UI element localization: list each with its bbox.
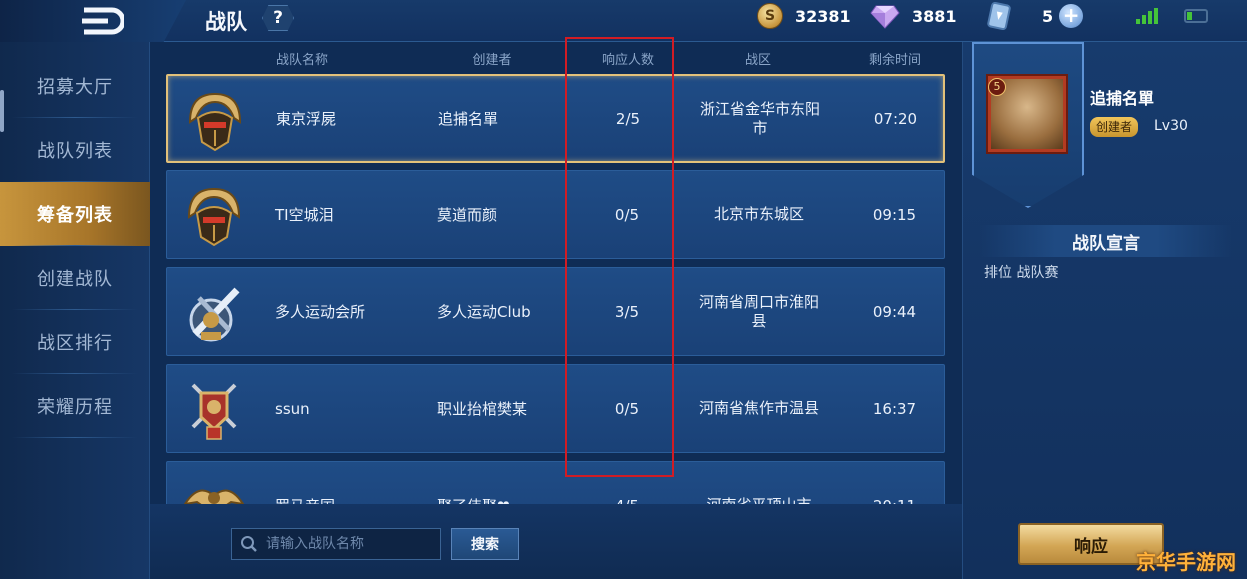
signal-icon [1136,8,1158,24]
silver-sword-emblem-icon [189,287,240,342]
team-name: TI空城泪 [275,206,334,224]
time-left: 16:37 [872,399,917,418]
table-row[interactable]: ssun 职业抬棺樊某 0/5 河南省焦作市温县 16:37 [166,364,945,453]
team-zone: 河南省焦作市温县 [698,399,819,417]
gem-balance[interactable]: 3881 [870,0,957,32]
left-nav: 招募大厅 战队列表 筹备列表 创建战队 战区排行 荣耀历程 [0,42,150,579]
creator-role-badge: 创建者 [1090,117,1139,137]
time-left: 07:20 [873,109,918,128]
avatar-level-badge: 5 [988,78,1006,96]
team-zone: 北京市东城区 [713,205,804,223]
golden-helmet-emblem-icon [188,92,242,152]
search-button[interactable]: 搜索 [451,528,519,560]
nav-item-team-list[interactable]: 战队列表 [0,118,150,182]
diamond-icon [870,3,900,29]
column-header-team-name: 战队名称 [275,53,328,68]
time-left: 09:15 [872,205,917,224]
response-count: 2/5 [615,109,641,128]
search-input[interactable] [266,530,440,558]
nav-item-zone-ranking[interactable]: 战区排行 [0,310,150,374]
battery-icon [1184,9,1208,23]
coin-value: 32381 [795,6,851,26]
search-icon [241,536,257,552]
watermark: 京华手游网 [1136,550,1236,574]
gem-value: 3881 [912,6,957,26]
manifesto-title: 战队宣言 [980,225,1232,257]
table-row[interactable]: TI空城泪 莫道而颜 0/5 北京市东城区 09:15 [166,170,945,259]
crossed-swords-shield-emblem-icon [191,383,237,440]
golden-helmet-emblem-icon [187,187,241,247]
team-zone: 河南省周口市淮阳县 [698,292,819,330]
team-zone: 浙江省金华市东阳市 [699,99,820,137]
nav-item-glory-history[interactable]: 荣耀历程 [0,374,150,438]
team-name: 多人运动会所 [275,303,366,321]
team-name: 東京浮屍 [276,110,337,128]
page-title: 战队 [205,10,247,34]
nav-item-create-team[interactable]: 创建战队 [0,246,150,310]
manifesto-text: 排位 战队赛 [984,265,1059,281]
column-header-response-count: 响应人数 [601,53,654,68]
leader-level: Lv30 [1154,118,1188,134]
leader-name: 追捕名單 [1090,89,1155,108]
add-card-plus-icon[interactable]: + [1059,4,1084,28]
response-count: 0/5 [614,205,640,224]
table-row[interactable]: 多人运动会所 多人运动Club 3/5 河南省周口市淮阳县 09:44 [166,267,945,356]
card-value: 5 [1042,6,1054,26]
column-header-time-left: 剩余时间 [868,53,921,68]
response-count: 3/5 [614,302,640,321]
help-icon[interactable]: ? [262,5,294,31]
column-header-creator: 创建者 [472,53,512,68]
coin-balance[interactable]: S 32381 [757,0,851,32]
nav-item-preparation-list[interactable]: 筹备列表 [0,182,150,246]
back-button[interactable] [0,0,186,42]
top-bar: 战队 ? S 32381 3881 5 + [0,0,1247,42]
time-left: 09:44 [872,302,917,321]
table-row[interactable]: 東京浮屍 追捕名單 2/5 浙江省金华市东阳市 07:20 [166,74,945,163]
team-name: ssun [275,399,310,418]
response-count: 0/5 [614,399,640,418]
nav-item-recruit-hall[interactable]: 招募大厅 [0,54,150,118]
column-header-zone: 战区 [744,53,771,68]
back-arrow-icon [82,7,124,35]
coin-icon: S [757,3,783,29]
card-balance[interactable]: 5 + [986,0,1084,32]
search-box[interactable] [231,528,441,560]
card-icon [986,2,1012,30]
